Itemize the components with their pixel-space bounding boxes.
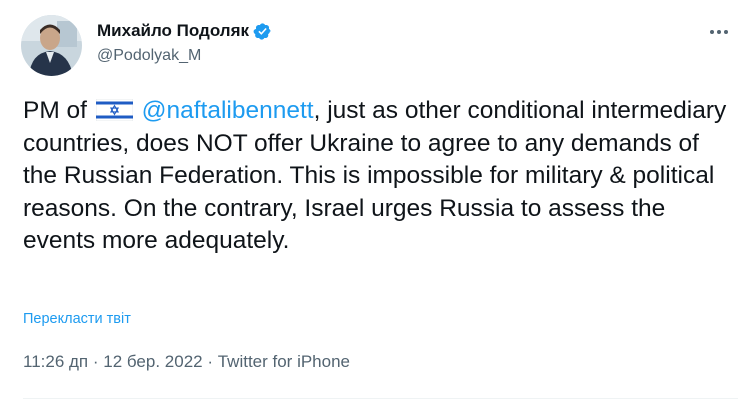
tweet-metadata: 11:26 дп · 12 бер. 2022 · Twitter for iP… bbox=[23, 352, 350, 372]
avatar-image bbox=[21, 15, 82, 76]
mention-link[interactable]: @naftalibennett bbox=[142, 97, 314, 124]
author-name[interactable]: Михайло Подоляк bbox=[97, 21, 249, 41]
avatar[interactable] bbox=[21, 15, 82, 76]
tweet-card: Михайло Подоляк @Podolyak_M PM of @nafta… bbox=[0, 0, 754, 411]
more-dots-icon bbox=[710, 30, 728, 34]
tweet-source[interactable]: Twitter for iPhone bbox=[218, 352, 350, 372]
tweet-date[interactable]: 12 бер. 2022 bbox=[103, 352, 202, 372]
more-options-button[interactable] bbox=[702, 18, 736, 46]
translate-tweet-link[interactable]: Перекласти твіт bbox=[23, 311, 131, 327]
meta-separator: · bbox=[88, 352, 104, 371]
tweet-text: PM of @naftalibennett, just as other con… bbox=[23, 95, 735, 258]
author-handle[interactable]: @Podolyak_M bbox=[97, 47, 201, 65]
divider bbox=[23, 398, 738, 399]
verified-badge-icon bbox=[253, 22, 271, 40]
meta-separator: · bbox=[202, 352, 218, 371]
tweet-text-start: PM of bbox=[23, 97, 94, 124]
flag-israel-icon bbox=[95, 99, 133, 121]
tweet-time[interactable]: 11:26 дп bbox=[23, 352, 88, 372]
